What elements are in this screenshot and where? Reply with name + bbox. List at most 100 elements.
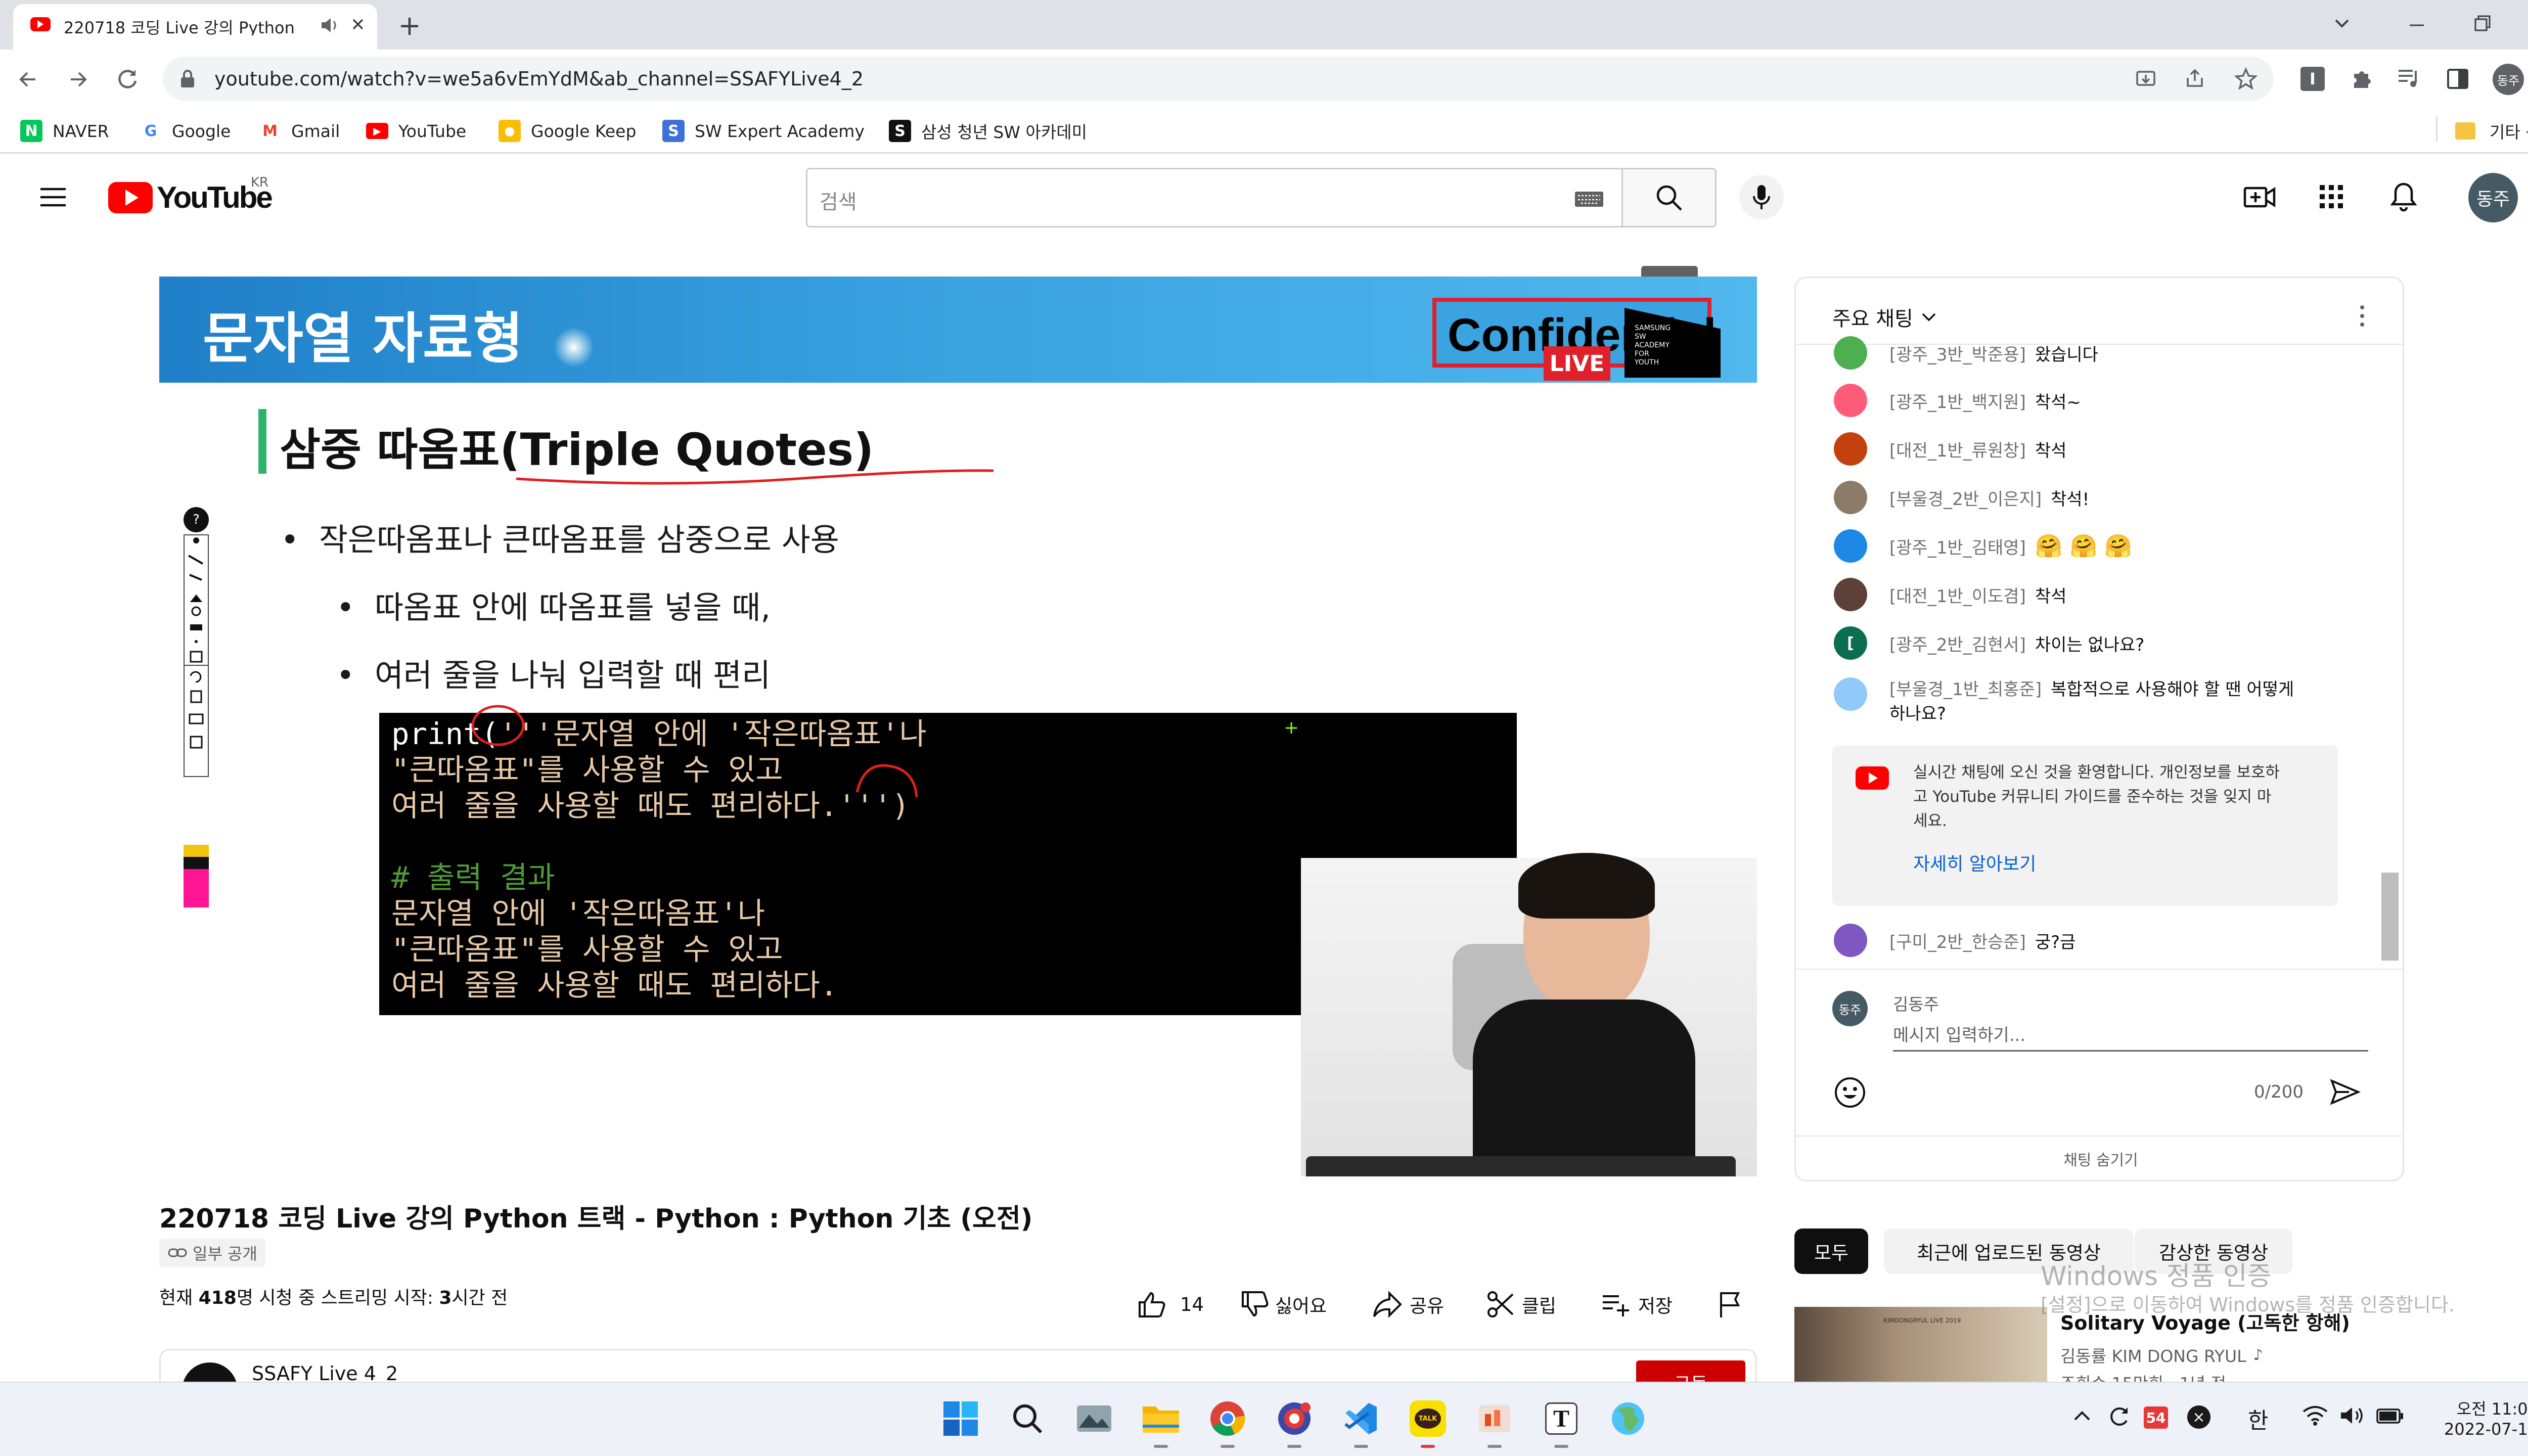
- voice-search-button[interactable]: [1739, 175, 1784, 219]
- bookmark-ssafy[interactable]: S 삼성 청년 SW 아카데미: [889, 112, 1087, 150]
- side-panel-icon[interactable]: [2446, 68, 2469, 90]
- chat-more-icon[interactable]: [2358, 303, 2366, 329]
- notification-count-badge[interactable]: 54: [2144, 1406, 2168, 1429]
- youtube-icon: ▶: [366, 123, 388, 139]
- bookmark-naver[interactable]: N NAVER: [20, 112, 109, 150]
- dislike-button[interactable]: 싫어요: [1240, 1284, 1327, 1325]
- bookmark-star-icon[interactable]: [2234, 67, 2258, 91]
- color-palette[interactable]: [184, 845, 209, 907]
- hamburger-menu-icon[interactable]: [38, 185, 68, 209]
- presenter-hair: [1518, 853, 1655, 919]
- windows-start-icon[interactable]: [935, 1393, 986, 1444]
- back-icon[interactable]: [15, 67, 40, 92]
- chat-message-input[interactable]: 메시지 입력하기...: [1893, 1021, 2368, 1052]
- address-bar[interactable]: youtube.com/watch?v=we5a6vEmYdM&ab_chann…: [163, 57, 2274, 101]
- globe-icon[interactable]: [1603, 1393, 1653, 1444]
- file-explorer-icon[interactable]: [1136, 1393, 1186, 1444]
- channel-avatar[interactable]: SW: [182, 1362, 238, 1384]
- presentation-icon[interactable]: [1469, 1393, 1520, 1444]
- media-queue-icon[interactable]: [2397, 67, 2422, 90]
- send-icon[interactable]: [2329, 1077, 2361, 1107]
- learn-more-link[interactable]: 자세히 알아보기: [1913, 849, 2036, 876]
- kakaotalk-icon[interactable]: TALK: [1403, 1393, 1453, 1444]
- chat-message: [부울경_2반_이은지] 착석!: [1834, 477, 2089, 518]
- report-flag-icon[interactable]: [1717, 1284, 1742, 1325]
- restore-icon[interactable]: [2472, 13, 2493, 33]
- color-swatch[interactable]: [184, 869, 209, 907]
- apps-grid-icon[interactable]: [2319, 184, 2344, 209]
- search-icon[interactable]: [1002, 1393, 1053, 1444]
- annotation-toolbar[interactable]: [184, 534, 209, 666]
- save-button[interactable]: 저장: [1601, 1284, 1673, 1325]
- new-tab-button[interactable]: +: [389, 5, 430, 46]
- create-video-icon[interactable]: [2243, 183, 2276, 211]
- clock-date[interactable]: 2022-07-18: [2422, 1420, 2528, 1439]
- running-indicator: [1554, 1445, 1568, 1448]
- wifi-icon[interactable]: [2301, 1404, 2329, 1427]
- keyboard-icon[interactable]: [1574, 190, 1604, 208]
- lock-icon[interactable]: [179, 69, 196, 89]
- color-swatch[interactable]: [184, 857, 209, 869]
- tray-close-circle-icon[interactable]: ×: [2187, 1405, 2210, 1429]
- browser-tab[interactable]: 220718 코딩 Live 강의 Python: [13, 4, 377, 50]
- search-placeholder: 검색: [820, 191, 857, 214]
- gallery-icon[interactable]: [1069, 1393, 1119, 1444]
- chrome-icon[interactable]: [1202, 1393, 1253, 1444]
- channel-name[interactable]: SSAFY Live 4_2: [252, 1362, 398, 1384]
- chat-mode-dropdown[interactable]: 주요 채팅: [1832, 302, 1937, 332]
- bookmark-sw-expert-academy[interactable]: S SW Expert Academy: [662, 112, 865, 150]
- bookmark-google-keep[interactable]: ● Google Keep: [499, 112, 636, 150]
- chat-scrollbar[interactable]: [2381, 873, 2399, 961]
- forward-icon[interactable]: [66, 67, 91, 92]
- minimize-icon[interactable]: [2407, 15, 2427, 35]
- pen-tools-icon[interactable]: [185, 535, 208, 667]
- search-input[interactable]: 검색: [806, 168, 1623, 228]
- bookmark-youtube[interactable]: ▶ YouTube: [366, 112, 466, 150]
- bookmark-gmail[interactable]: M Gmail: [259, 112, 340, 150]
- share-button[interactable]: 공유: [1372, 1284, 1444, 1325]
- annotation-logo-icon: ?: [184, 507, 209, 532]
- close-tab-icon[interactable]: [349, 15, 367, 33]
- notifications-bell-icon[interactable]: [2389, 181, 2418, 213]
- hide-chat-button[interactable]: 채팅 숨기기: [1796, 1136, 2403, 1180]
- ime-indicator[interactable]: 한: [2248, 1402, 2268, 1435]
- battery-icon[interactable]: [2376, 1406, 2405, 1425]
- color-swatch[interactable]: [184, 845, 209, 857]
- related-thumbnail[interactable]: KIMDONGRYUL LIVE 2019: [1794, 1307, 2047, 1383]
- account-avatar[interactable]: 동주: [2468, 173, 2518, 222]
- other-bookmarks[interactable]: 기타 북마크: [2455, 112, 2528, 150]
- undo-clear-icons[interactable]: [185, 666, 208, 777]
- annotation-extra-tools[interactable]: [184, 666, 209, 777]
- chip-all[interactable]: 모두: [1794, 1228, 1868, 1274]
- clip-button[interactable]: 클립: [1486, 1284, 1556, 1325]
- link-icon: [168, 1248, 187, 1257]
- bookmark-google[interactable]: G Google: [140, 112, 231, 150]
- youtube-logo[interactable]: YouTube: [108, 180, 273, 215]
- search-button[interactable]: [1621, 168, 1717, 228]
- speaker-icon[interactable]: [320, 16, 340, 34]
- extension-i-icon[interactable]: I: [2300, 67, 2325, 91]
- video-player[interactable]: 문자열 자료형 Confidential SAMSUNG SW ACADEMY …: [159, 277, 1757, 1176]
- google-icon: G: [144, 122, 157, 140]
- extensions-puzzle-icon[interactable]: [2349, 66, 2374, 91]
- chat-avatar: [1834, 481, 1867, 514]
- like-button[interactable]: 14: [1137, 1284, 1204, 1325]
- emoji-icon[interactable]: [1832, 1075, 1868, 1110]
- clock-time[interactable]: 오전 11:04: [2437, 1396, 2528, 1420]
- subscribe-button[interactable]: 구독: [1636, 1360, 1745, 1384]
- live-chat-panel: 주요 채팅 [광주_3반_박준용] 왔습니다 [광주_1반_백지원] 착석~ [대전…: [1794, 277, 2404, 1181]
- reload-icon[interactable]: [114, 66, 142, 93]
- profile-avatar[interactable]: 동주: [2493, 64, 2524, 95]
- install-app-icon[interactable]: [2135, 68, 2157, 90]
- bullet-dot: •: [336, 589, 355, 626]
- browser-icon[interactable]: [1269, 1393, 1320, 1444]
- vscode-icon[interactable]: [1336, 1393, 1386, 1444]
- chat-input-divider: [1796, 969, 2403, 970]
- volume-icon[interactable]: [2339, 1404, 2365, 1427]
- typora-icon[interactable]: T: [1536, 1393, 1587, 1444]
- tray-overflow-icon[interactable]: [2072, 1408, 2092, 1424]
- sync-icon[interactable]: [2106, 1403, 2132, 1429]
- tab-search-icon[interactable]: [2331, 13, 2353, 33]
- share-page-icon[interactable]: [2184, 68, 2206, 90]
- bullet-2: • 따옴표 안에 따옴표를 넣을 때,: [336, 589, 771, 626]
